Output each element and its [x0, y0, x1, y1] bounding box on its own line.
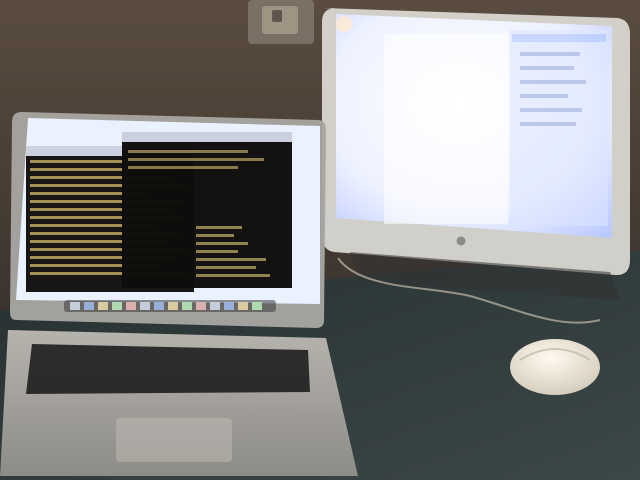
- photo-scene: [0, 0, 640, 480]
- monitor-power-led: [336, 16, 352, 32]
- laptop-dock: [64, 300, 276, 312]
- laptop-trackpad: [116, 418, 232, 462]
- monitor-logo: [456, 236, 466, 246]
- laptop: [0, 112, 358, 476]
- terminal-window-right: [122, 132, 292, 288]
- mouse: [510, 339, 600, 395]
- external-monitor: [322, 8, 630, 276]
- laptop-keyboard: [26, 344, 310, 394]
- monitor-screen-windows: [384, 30, 608, 226]
- wall-light-switch: [248, 0, 314, 44]
